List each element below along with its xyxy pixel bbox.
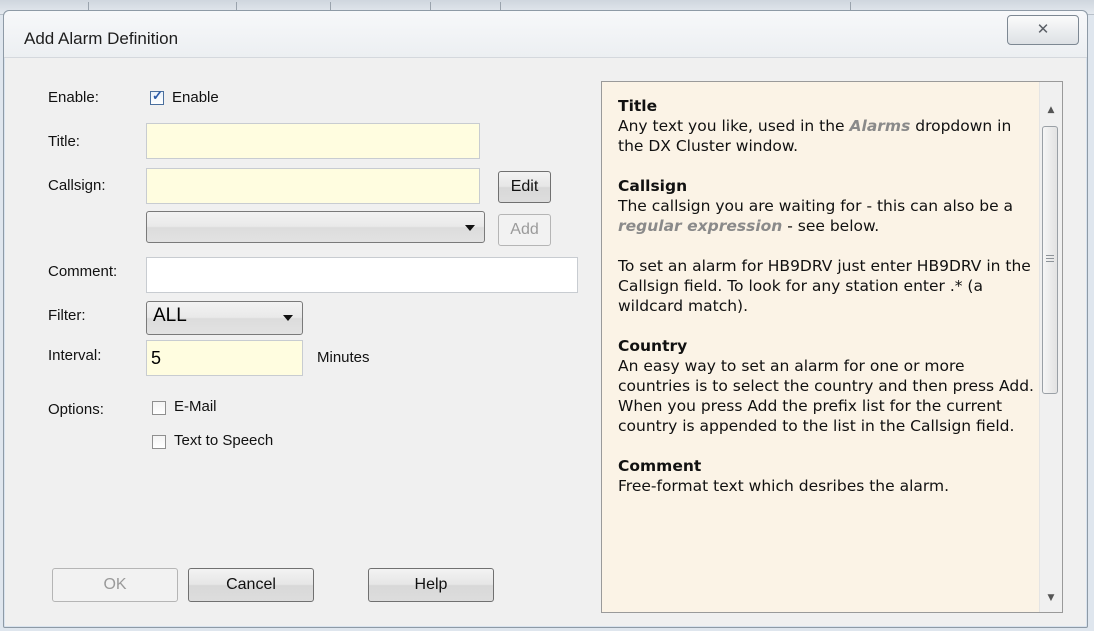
- title-input[interactable]: [146, 123, 480, 159]
- help-heading-title: Title: [618, 97, 658, 115]
- edit-button[interactable]: Edit: [498, 171, 551, 203]
- add-alarm-dialog: Add Alarm Definition ✕ Enable: ✓ Enable …: [3, 10, 1088, 628]
- grip-line: [1046, 255, 1054, 256]
- enable-label: Enable:: [48, 89, 99, 106]
- callsign-label: Callsign:: [48, 177, 106, 194]
- filter-label: Filter:: [48, 307, 86, 324]
- help-text-panel[interactable]: Title Any text you like, used in the Ala…: [601, 81, 1063, 613]
- callsign-input[interactable]: [146, 168, 480, 204]
- help-heading-comment: Comment: [618, 457, 702, 475]
- cancel-button[interactable]: Cancel: [188, 568, 314, 602]
- help-term-regex: regular expression: [618, 217, 783, 235]
- enable-checkbox-label[interactable]: Enable: [172, 89, 219, 106]
- help-term-alarms: Alarms: [849, 117, 911, 135]
- help-paragraph-country: An easy way to set an alarm for one or m…: [618, 357, 1034, 435]
- help-paragraph-comment: Free-format text which desribes the alar…: [618, 477, 950, 495]
- scroll-down-icon[interactable]: ▼: [1040, 588, 1062, 608]
- help-scrollbar[interactable]: ▲ ▼: [1039, 82, 1062, 612]
- filter-select-value: ALL: [153, 305, 187, 326]
- scroll-up-icon[interactable]: ▲: [1040, 100, 1062, 120]
- dialog-title: Add Alarm Definition: [24, 29, 179, 48]
- help-content: Title Any text you like, used in the Ala…: [618, 96, 1034, 516]
- country-select[interactable]: [146, 211, 485, 243]
- comment-input[interactable]: [146, 257, 578, 293]
- email-checkbox-label[interactable]: E-Mail: [174, 398, 217, 415]
- comment-label: Comment:: [48, 263, 118, 280]
- help-paragraph-title: Any text you like, used in the Alarms dr…: [618, 117, 1012, 155]
- title-bar: Add Alarm Definition ✕: [4, 11, 1087, 58]
- help-heading-callsign: Callsign: [618, 177, 688, 195]
- email-checkbox[interactable]: [152, 401, 166, 415]
- grip-line: [1046, 261, 1054, 262]
- close-icon: ✕: [1036, 20, 1050, 38]
- close-button[interactable]: ✕: [1007, 15, 1079, 45]
- chevron-down-icon: [465, 225, 475, 231]
- help-paragraph-callsign-example: To set an alarm for HB9DRV just enter HB…: [618, 257, 1031, 315]
- text-to-speech-checkbox[interactable]: [152, 435, 166, 449]
- help-button[interactable]: Help: [368, 568, 494, 602]
- ok-button[interactable]: OK: [52, 568, 178, 602]
- help-heading-country: Country: [618, 337, 688, 355]
- options-label: Options:: [48, 401, 104, 418]
- grip-line: [1046, 258, 1054, 259]
- scroll-thumb[interactable]: [1042, 126, 1058, 394]
- chevron-down-icon: [283, 315, 293, 321]
- interval-unit-label: Minutes: [317, 349, 370, 366]
- add-button[interactable]: Add: [498, 214, 551, 246]
- filter-select[interactable]: ALL: [146, 301, 303, 335]
- enable-checkbox[interactable]: ✓: [150, 88, 164, 105]
- title-label: Title:: [48, 133, 80, 150]
- text-to-speech-label[interactable]: Text to Speech: [174, 432, 273, 449]
- help-paragraph-callsign: The callsign you are waiting for - this …: [618, 197, 1014, 235]
- checkmark-icon: ✓: [152, 88, 163, 103]
- interval-input[interactable]: 5: [146, 340, 303, 376]
- interval-label: Interval:: [48, 347, 102, 364]
